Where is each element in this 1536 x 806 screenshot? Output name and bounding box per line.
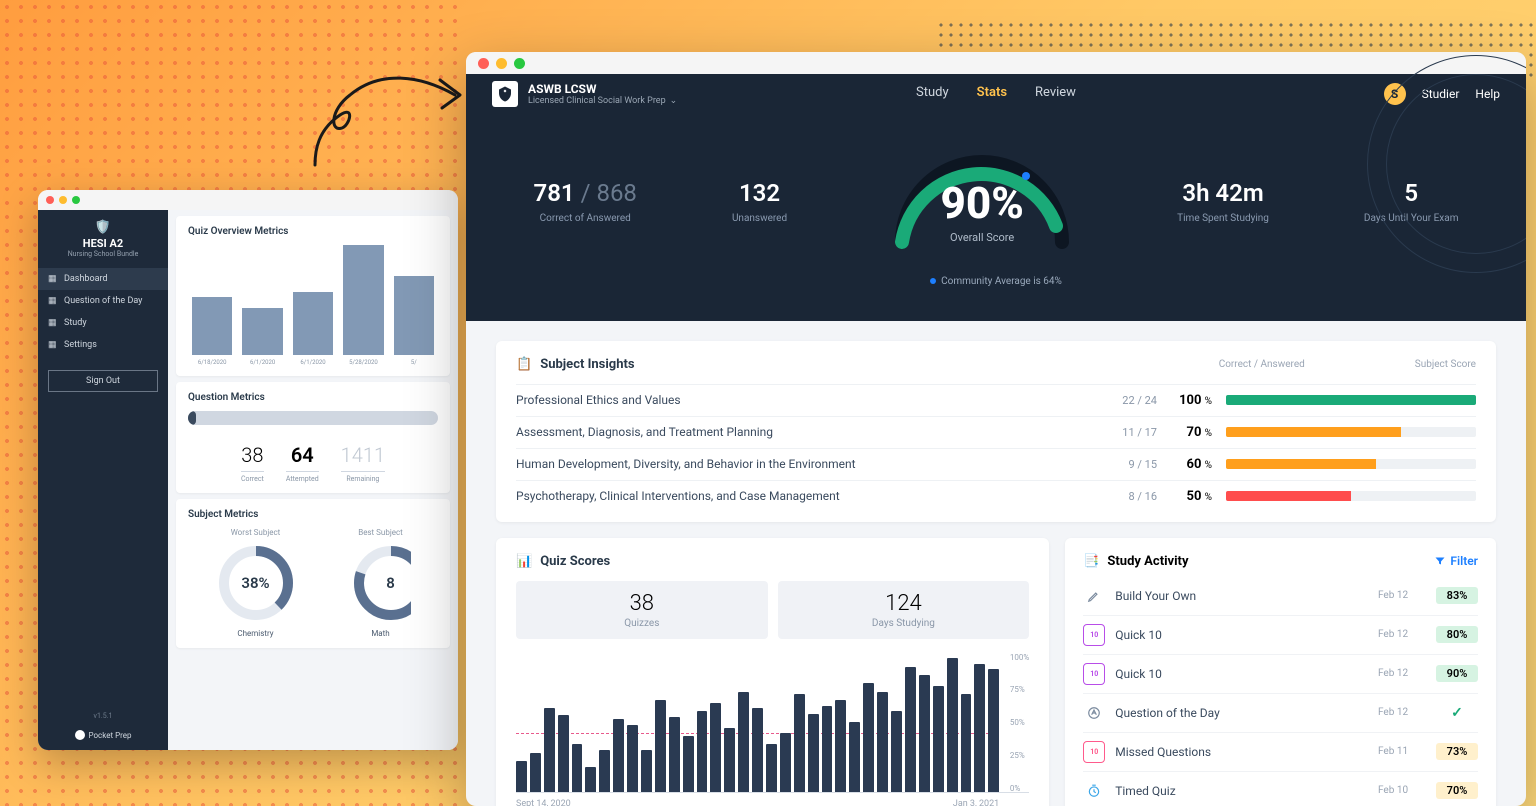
subject-row[interactable]: Professional Ethics and Values22 / 24100… (516, 384, 1476, 416)
sidebar-item[interactable]: ▦Settings (38, 334, 168, 356)
main-nav: Study Stats Review (916, 71, 1076, 117)
days-studying-stat: 124Days Studying (778, 581, 1030, 639)
product-subtitle: Nursing School Bundle (38, 250, 168, 258)
product-name: HESI A2 (38, 237, 168, 250)
list-icon: 📑 (1083, 554, 1099, 569)
quiz-scores-title: Quiz Scores (540, 554, 610, 569)
correct-of-answered: 781 / 868 (534, 179, 637, 207)
worst-subject-name: Chemistry (216, 629, 296, 638)
activity-row[interactable]: 10Missed QuestionsFeb 1173% (1083, 732, 1478, 771)
activity-row[interactable]: Question of the DayFeb 12✓ (1083, 693, 1478, 732)
quiz-scores-chart: 100%75%50%25%0% Sept 14, 2020Jan 3, 2021 (516, 653, 1029, 806)
hero-stats: 781 / 868 Correct of Answered 132 Unansw… (466, 114, 1526, 321)
community-average: Community Average is 64% (496, 276, 1496, 287)
product-name: ASWB LCSW (528, 82, 677, 96)
product-subtitle[interactable]: Licensed Clinical Social Work Prep ⌄ (528, 96, 677, 106)
app-header: ASWB LCSW Licensed Clinical Social Work … (466, 74, 1526, 114)
activity-row[interactable]: Build Your OwnFeb 1283% (1083, 577, 1478, 615)
quiz-overview-card: Quiz Overview Metrics 6/18/20206/1/20206… (176, 216, 450, 376)
subject-insights-title: Subject Insights (540, 357, 634, 372)
version-label: v1.5.1 (38, 708, 168, 724)
remaining-count: 1411 (341, 443, 385, 467)
quizzes-stat: 38Quizzes (516, 581, 768, 639)
question-metrics-card: Question Metrics 38Correct 64Attempted 1… (176, 382, 450, 493)
minimize-dot[interactable] (496, 58, 507, 69)
sidebar-item[interactable]: ▦Dashboard (38, 268, 168, 290)
correct-count: 38 (241, 443, 264, 467)
clipboard-icon: 📋 (516, 357, 532, 372)
best-subject-donut: 8 (351, 543, 411, 623)
subject-row[interactable]: Assessment, Diagnosis, and Treatment Pla… (516, 416, 1476, 448)
product-logo-icon: 🛡️ (38, 216, 168, 237)
overall-score-gauge: 90%Overall Score (882, 142, 1082, 262)
best-subject-name: Math (351, 629, 411, 638)
best-subject-label: Best Subject (351, 528, 411, 537)
chevron-down-icon: ⌄ (670, 96, 678, 106)
window-titlebar (38, 190, 458, 210)
brand-label: Pocket Prep (38, 724, 168, 750)
activity-row[interactable]: 10Quick 10Feb 1290% (1083, 654, 1478, 693)
sign-out-button[interactable]: Sign Out (48, 370, 158, 392)
worst-subject-donut: 38% (216, 543, 296, 623)
sidebar-item[interactable]: ▦Study (38, 312, 168, 334)
quiz-scores-card: 📊Quiz Scores 38Quizzes 124Days Studying … (496, 538, 1049, 806)
nav-tab[interactable]: Review (1035, 71, 1076, 117)
filter-button[interactable]: Filter (1434, 554, 1478, 568)
zoom-dot[interactable] (514, 58, 525, 69)
sidebar-item[interactable]: ▦Question of the Day (38, 290, 168, 312)
product-logo-icon (492, 81, 518, 107)
study-activity-card: 📑 Study Activity Filter Build Your OwnFe… (1065, 538, 1496, 806)
subject-metrics-title: Subject Metrics (188, 509, 438, 520)
bar-chart-icon: 📊 (516, 554, 532, 569)
activity-row[interactable]: 10Quick 10Feb 1280% (1083, 615, 1478, 654)
question-metrics-title: Question Metrics (188, 392, 438, 403)
attempted-count: 64 (286, 443, 319, 467)
activity-row[interactable]: Timed QuizFeb 1070% (1083, 771, 1478, 806)
subject-row[interactable]: Psychotherapy, Clinical Interventions, a… (516, 480, 1476, 512)
unanswered-count: 132 (732, 179, 787, 207)
sidebar: 🛡️ HESI A2 Nursing School Bundle ▦Dashbo… (38, 210, 168, 750)
progress-bar (188, 411, 438, 425)
subject-insights-card: 📋 Subject Insights Correct / Answered Su… (496, 341, 1496, 522)
new-app-window: ASWB LCSW Licensed Clinical Social Work … (466, 52, 1526, 806)
quiz-overview-chart (188, 245, 438, 355)
study-activity-title: Study Activity (1107, 554, 1188, 569)
worst-subject-label: Worst Subject (216, 528, 296, 537)
time-studying: 3h 42m (1177, 179, 1269, 207)
decorative-arrow (300, 50, 480, 180)
zoom-dot[interactable] (72, 196, 80, 204)
nav-tab[interactable]: Stats (977, 71, 1007, 117)
quiz-overview-title: Quiz Overview Metrics (188, 226, 438, 237)
close-dot[interactable] (46, 196, 54, 204)
subject-metrics-card: Subject Metrics Worst Subject 38% Chemis… (176, 499, 450, 648)
minimize-dot[interactable] (59, 196, 67, 204)
nav-tab[interactable]: Study (916, 71, 949, 117)
close-dot[interactable] (478, 58, 489, 69)
legacy-app-window: 🛡️ HESI A2 Nursing School Bundle ▦Dashbo… (38, 190, 458, 750)
subject-row[interactable]: Human Development, Diversity, and Behavi… (516, 448, 1476, 480)
